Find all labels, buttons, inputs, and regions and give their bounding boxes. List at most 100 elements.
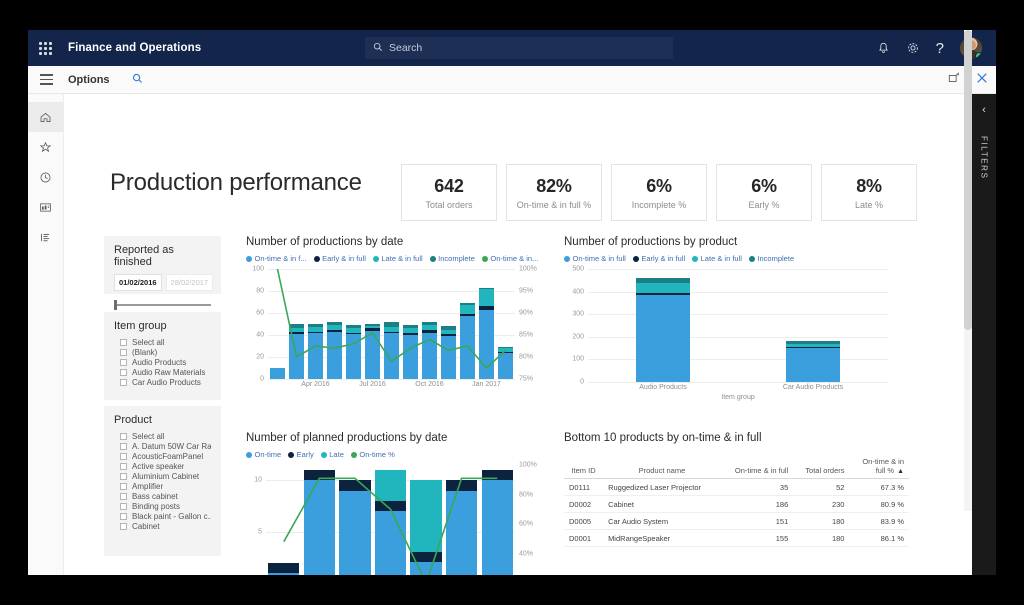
- checkbox-row[interactable]: Bass cabinet: [114, 492, 211, 501]
- slicer-item-group[interactable]: Item group Select all(Blank)Audio Produc…: [104, 312, 221, 400]
- kpi-card[interactable]: 6% Early %: [716, 164, 812, 221]
- checkbox[interactable]: [120, 483, 127, 490]
- checkbox-row[interactable]: Car Audio Products: [114, 378, 211, 387]
- sidebar-item-home[interactable]: [28, 102, 63, 132]
- legend-swatch: [288, 452, 294, 458]
- sidebar-item-workspaces[interactable]: [28, 192, 63, 222]
- checkbox-row[interactable]: Audio Products: [114, 358, 211, 367]
- table-cell: MidRangeSpeaker: [603, 530, 721, 547]
- checkbox[interactable]: [120, 473, 127, 480]
- checkbox[interactable]: [120, 453, 127, 460]
- date-start-field[interactable]: 01/02/2016: [114, 274, 162, 291]
- kpi-card[interactable]: 8% Late %: [821, 164, 917, 221]
- checkbox-row[interactable]: Active speaker: [114, 462, 211, 471]
- sort-ascending-icon[interactable]: ▲: [897, 468, 904, 475]
- slicer-title: Item group: [114, 320, 211, 332]
- checkbox[interactable]: [120, 369, 127, 376]
- legend-item[interactable]: Early & in full: [314, 254, 366, 263]
- legend-item[interactable]: On-time & in...: [482, 254, 538, 263]
- checkbox[interactable]: [120, 349, 127, 356]
- checkbox-row[interactable]: AcousticFoamPanel: [114, 452, 211, 461]
- legend-item[interactable]: Early: [288, 450, 314, 459]
- checkbox-row[interactable]: Select all: [114, 338, 211, 347]
- table-row[interactable]: D0002Cabinet18623080.9 %: [564, 496, 909, 513]
- visual-planned-productions-by-date[interactable]: Number of planned productions by date On…: [246, 432, 541, 575]
- search-input[interactable]: Search: [365, 37, 673, 59]
- notifications-icon[interactable]: [877, 42, 890, 55]
- table-column-header[interactable]: On-time & in full: [721, 454, 793, 479]
- kpi-card[interactable]: 82% On-time & in full %: [506, 164, 602, 221]
- kpi-card[interactable]: 6% Incomplete %: [611, 164, 707, 221]
- legend-item[interactable]: Late: [321, 450, 344, 459]
- sidebar-item-recent[interactable]: [28, 162, 63, 192]
- slicer-reported-as-finished[interactable]: Reported as finished 01/02/2016 28/02/20…: [104, 236, 221, 294]
- canvas-scrollbar-thumb[interactable]: [964, 30, 972, 330]
- settings-icon[interactable]: [906, 41, 920, 55]
- visual-bottom-10-products[interactable]: Bottom 10 products by on-time & in full …: [564, 432, 909, 547]
- checkbox[interactable]: [120, 379, 127, 386]
- checkbox-row[interactable]: Binding posts: [114, 502, 211, 511]
- checkbox-row[interactable]: A. Datum 50W Car Ra...: [114, 442, 211, 451]
- checkbox-row[interactable]: Amplifier: [114, 482, 211, 491]
- table-row[interactable]: D0111Ruggedized Laser Projector355267.3 …: [564, 479, 909, 496]
- table-column-header[interactable]: Product name: [603, 454, 721, 479]
- legend-item[interactable]: On-time: [246, 450, 281, 459]
- checkbox[interactable]: [120, 463, 127, 470]
- legend-label: On-time & in f...: [255, 254, 307, 263]
- table-cell: D0005: [564, 513, 603, 530]
- help-icon[interactable]: ?: [936, 40, 944, 57]
- checkbox-label: Select all: [132, 432, 164, 441]
- bar[interactable]: [636, 278, 690, 382]
- options-button[interactable]: Options: [68, 74, 110, 86]
- checkbox[interactable]: [120, 433, 127, 440]
- checkbox-row[interactable]: (Blank): [114, 348, 211, 357]
- checkbox-row[interactable]: Cabinet: [114, 522, 211, 531]
- filters-panel-collapsed[interactable]: ‹ FILTERS: [972, 94, 996, 575]
- table-row[interactable]: D0001MidRangeSpeaker15518086.1 %: [564, 530, 909, 547]
- legend-item[interactable]: Late & in full: [692, 254, 742, 263]
- close-icon[interactable]: [976, 71, 988, 89]
- table-row[interactable]: D0005Car Audio System15118083.9 %: [564, 513, 909, 530]
- table-column-header[interactable]: Item ID: [564, 454, 603, 479]
- pop-out-icon[interactable]: [948, 71, 960, 89]
- legend-swatch: [373, 256, 379, 262]
- checkbox[interactable]: [120, 493, 127, 500]
- checkbox[interactable]: [120, 359, 127, 366]
- legend-item[interactable]: Early & in full: [633, 254, 685, 263]
- legend-item[interactable]: Late & in full: [373, 254, 423, 263]
- kpi-card[interactable]: 642 Total orders: [401, 164, 497, 221]
- sidebar-item-favorites[interactable]: [28, 132, 63, 162]
- app-launcher-icon[interactable]: [28, 42, 62, 55]
- table-column-header[interactable]: On-time & in full %▲: [849, 454, 909, 479]
- checkbox[interactable]: [120, 503, 127, 510]
- visual-productions-by-date[interactable]: Number of productions by date On-time & …: [246, 236, 541, 393]
- date-end-field[interactable]: 28/02/2017: [166, 274, 214, 291]
- checkbox[interactable]: [120, 523, 127, 530]
- y2-axis-tick: 90%: [519, 310, 533, 317]
- legend-item[interactable]: Incomplete: [749, 254, 794, 263]
- legend-item[interactable]: Incomplete: [430, 254, 475, 263]
- gridline: [588, 292, 888, 293]
- data-table[interactable]: Item IDProduct nameOn-time & in fullTota…: [564, 454, 909, 547]
- checkbox[interactable]: [120, 513, 127, 520]
- checkbox-row[interactable]: Aluminium Cabinet: [114, 472, 211, 481]
- slider-handle[interactable]: [114, 300, 117, 310]
- menu-toggle-icon[interactable]: [28, 74, 64, 85]
- checkbox[interactable]: [120, 339, 127, 346]
- command-search-icon[interactable]: [132, 71, 143, 89]
- legend-item[interactable]: On-time %: [351, 450, 395, 459]
- checkbox-row[interactable]: Black paint - Gallon c...: [114, 512, 211, 521]
- chevron-left-icon[interactable]: ‹: [972, 94, 996, 116]
- checkbox[interactable]: [120, 443, 127, 450]
- legend-item[interactable]: On-time & in f...: [246, 254, 307, 263]
- bar[interactable]: [786, 341, 840, 382]
- legend-label: Early: [297, 450, 314, 459]
- slicer-product[interactable]: Product Select allA. Datum 50W Car Ra...…: [104, 406, 221, 556]
- checkbox-row[interactable]: Select all: [114, 432, 211, 441]
- date-range-slider[interactable]: [114, 300, 211, 310]
- checkbox-row[interactable]: Audio Raw Materials: [114, 368, 211, 377]
- table-column-header[interactable]: Total orders: [793, 454, 849, 479]
- sidebar-item-modules[interactable]: [28, 222, 63, 252]
- visual-productions-by-product[interactable]: Number of productions by product On-time…: [564, 236, 894, 401]
- legend-item[interactable]: On-time & in full: [564, 254, 626, 263]
